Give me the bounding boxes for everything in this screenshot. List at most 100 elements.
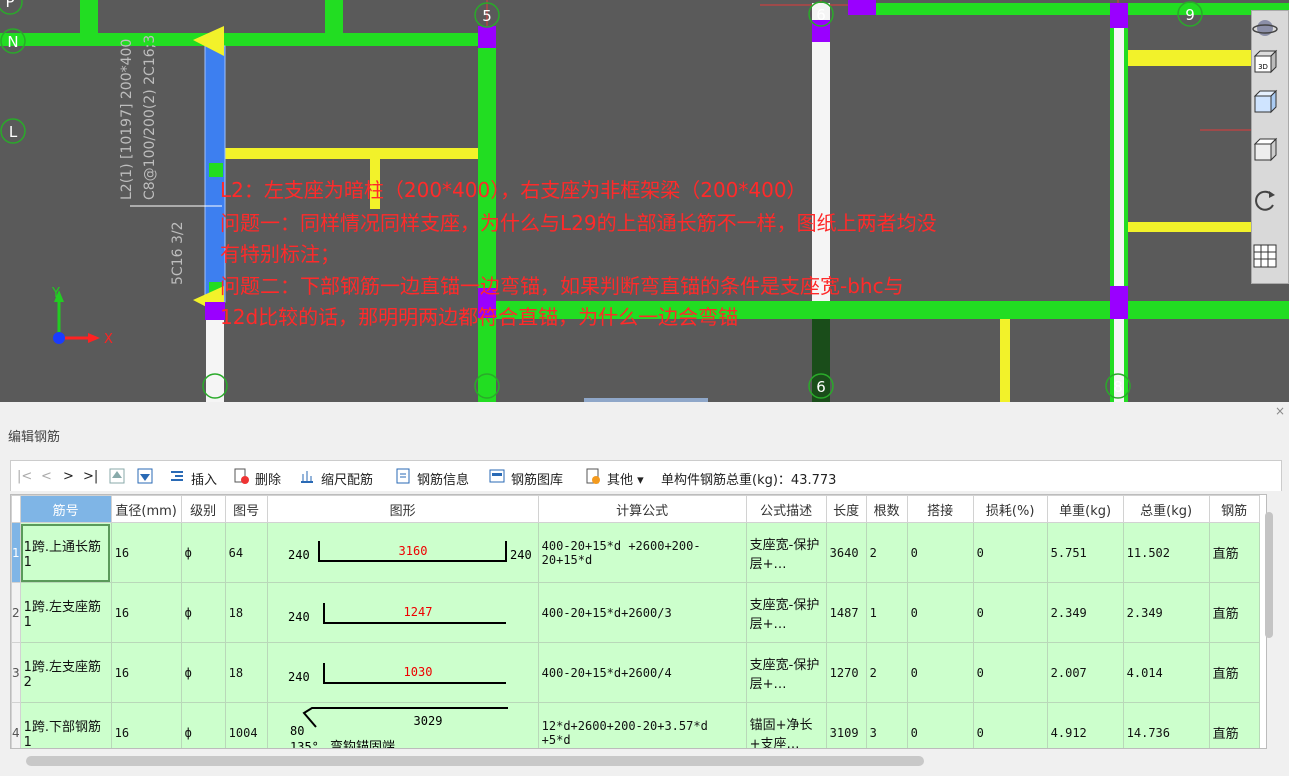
- cell-figure-no[interactable]: 64: [224, 522, 268, 583]
- table-row[interactable]: 3 1跨.左支座筋2 16 ф 18 240 1030 400-20+15*d+…: [11, 642, 1260, 703]
- table-row[interactable]: 4 1跨.下部钢筋1 16 ф 1004 80 3029 135° 弯钩锚固端: [11, 702, 1260, 748]
- delete-button[interactable]: 删除: [255, 469, 281, 488]
- cell-formula-desc[interactable]: 支座宽-保护层+…: [745, 582, 827, 643]
- col-header-diameter[interactable]: 直径(mm): [110, 495, 182, 523]
- cell-formula[interactable]: 400-20+15*d +2600+200-20+15*d: [537, 522, 747, 583]
- col-header-formula[interactable]: 计算公式: [537, 495, 747, 523]
- vertical-scroll-thumb[interactable]: [1265, 512, 1273, 638]
- cell-length[interactable]: 3640: [825, 522, 867, 583]
- cell-count[interactable]: 2: [865, 522, 908, 583]
- scale-rebar-button[interactable]: 缩尺配筋: [321, 469, 373, 488]
- cell-figure-no[interactable]: 18: [224, 642, 268, 703]
- cell-grade[interactable]: ф: [180, 642, 226, 703]
- cell-formula-desc[interactable]: 锚固+净长+支座…: [745, 702, 827, 748]
- cell-unit-weight[interactable]: 2.349: [1046, 582, 1124, 643]
- col-header-length[interactable]: 长度: [825, 495, 867, 523]
- cell-loss[interactable]: 0: [972, 702, 1048, 748]
- cell-figure-no[interactable]: 18: [224, 582, 268, 643]
- cell-shape[interactable]: 80 3029 135° 弯钩锚固端: [266, 702, 539, 748]
- cell-grade[interactable]: ф: [180, 702, 226, 748]
- cell-lap[interactable]: 0: [906, 642, 974, 703]
- cell-total-weight[interactable]: 4.014: [1122, 642, 1210, 703]
- nav-first-button[interactable]: |<: [17, 469, 32, 484]
- cell-unit-weight[interactable]: 2.007: [1046, 642, 1124, 703]
- col-header-rebar-type[interactable]: 钢筋: [1208, 495, 1260, 523]
- nav-last-button[interactable]: >|: [83, 469, 98, 484]
- cell-diameter[interactable]: 16: [110, 582, 182, 643]
- col-header-figure-no[interactable]: 图号: [224, 495, 268, 523]
- cell-total-weight[interactable]: 11.502: [1122, 522, 1210, 583]
- col-header-bar-no[interactable]: 筋号: [19, 495, 112, 523]
- cell-total-weight[interactable]: 2.349: [1122, 582, 1210, 643]
- cell-length[interactable]: 1270: [825, 642, 867, 703]
- cell-formula-desc[interactable]: 支座宽-保护层+…: [745, 522, 827, 583]
- panel-close-button[interactable]: ×: [1275, 404, 1285, 418]
- orbit-icon[interactable]: [1252, 15, 1278, 41]
- cell-loss[interactable]: 0: [972, 642, 1048, 703]
- 3d-view-icon[interactable]: 3D: [1252, 49, 1278, 75]
- col-header-loss[interactable]: 损耗(%): [972, 495, 1048, 523]
- vertical-scrollbar[interactable]: [1263, 510, 1275, 750]
- row-index[interactable]: 4: [11, 702, 21, 748]
- cell-length[interactable]: 1487: [825, 582, 867, 643]
- col-header-count[interactable]: 根数: [865, 495, 908, 523]
- cell-loss[interactable]: 0: [972, 522, 1048, 583]
- cell-total-weight[interactable]: 14.736: [1122, 702, 1210, 748]
- cell-rebar-type[interactable]: 直筋: [1208, 582, 1260, 643]
- other-menu-button[interactable]: 其他 ▾: [607, 469, 644, 488]
- cell-formula[interactable]: 12*d+2600+200-20+3.57*d +5*d: [537, 702, 747, 748]
- cell-bar-no[interactable]: 1跨.下部钢筋1: [19, 702, 112, 748]
- col-header-shape[interactable]: 图形: [266, 495, 539, 523]
- grid-panel-icon[interactable]: [1252, 243, 1278, 269]
- cell-count[interactable]: 2: [865, 642, 908, 703]
- cell-rebar-type[interactable]: 直筋: [1208, 642, 1260, 703]
- drawing-canvas[interactable]: P N L 5 6 9 6 8 L2(1) [10197] 200*400 C8…: [0, 0, 1289, 402]
- cell-grade[interactable]: ф: [180, 522, 226, 583]
- move-down-icon[interactable]: [137, 468, 153, 484]
- cell-length[interactable]: 3109: [825, 702, 867, 748]
- row-index[interactable]: 1: [11, 522, 21, 583]
- box-view-2-icon[interactable]: [1252, 137, 1278, 163]
- cell-rebar-type[interactable]: 直筋: [1208, 522, 1260, 583]
- cell-shape[interactable]: 240 1030: [266, 642, 539, 703]
- nav-next-button[interactable]: >: [63, 469, 74, 484]
- cell-diameter[interactable]: 16: [110, 642, 182, 703]
- cell-lap[interactable]: 0: [906, 582, 974, 643]
- cell-count[interactable]: 1: [865, 582, 908, 643]
- insert-button[interactable]: 插入: [191, 469, 217, 488]
- cell-bar-no[interactable]: 1跨.左支座筋1: [19, 582, 112, 643]
- row-index[interactable]: 3: [11, 642, 21, 703]
- horizontal-scrollbar[interactable]: [26, 756, 924, 766]
- rebar-library-button[interactable]: 钢筋图库: [511, 469, 563, 488]
- cell-figure-no[interactable]: 1004: [224, 702, 268, 748]
- cell-shape[interactable]: 240 1247: [266, 582, 539, 643]
- col-header-grade[interactable]: 级别: [180, 495, 226, 523]
- move-up-icon[interactable]: [109, 468, 125, 484]
- box-view-icon[interactable]: [1252, 89, 1278, 115]
- cell-rebar-type[interactable]: 直筋: [1208, 702, 1260, 748]
- rotate-icon[interactable]: [1252, 187, 1278, 213]
- cell-unit-weight[interactable]: 4.912: [1046, 702, 1124, 748]
- cell-grade[interactable]: ф: [180, 582, 226, 643]
- nav-prev-button[interactable]: <: [41, 469, 52, 484]
- cell-lap[interactable]: 0: [906, 702, 974, 748]
- rebar-info-button[interactable]: 钢筋信息: [417, 469, 469, 488]
- cell-bar-no[interactable]: 1跨.左支座筋2: [19, 642, 112, 703]
- cell-unit-weight[interactable]: 5.751: [1046, 522, 1124, 583]
- cell-shape[interactable]: 240 3160 240: [266, 522, 539, 583]
- cell-lap[interactable]: 0: [906, 522, 974, 583]
- cell-bar-no[interactable]: 1跨.上通长筋1: [19, 522, 112, 583]
- col-header-total-weight[interactable]: 总重(kg): [1122, 495, 1210, 523]
- col-header-formula-desc[interactable]: 公式描述: [745, 495, 827, 523]
- col-header-lap[interactable]: 搭接: [906, 495, 974, 523]
- cell-loss[interactable]: 0: [972, 582, 1048, 643]
- cell-formula[interactable]: 400-20+15*d+2600/3: [537, 582, 747, 643]
- row-index[interactable]: 2: [11, 582, 21, 643]
- cell-count[interactable]: 3: [865, 702, 908, 748]
- table-row[interactable]: 2 1跨.左支座筋1 16 ф 18 240 1247 400-20+15*d+…: [11, 582, 1260, 643]
- cell-formula[interactable]: 400-20+15*d+2600/4: [537, 642, 747, 703]
- table-row[interactable]: 1 1跨.上通长筋1 16 ф 64 240 3160 240 400-20+1…: [11, 522, 1260, 583]
- cell-formula-desc[interactable]: 支座宽-保护层+…: [745, 642, 827, 703]
- cell-diameter[interactable]: 16: [110, 522, 182, 583]
- cell-diameter[interactable]: 16: [110, 702, 182, 748]
